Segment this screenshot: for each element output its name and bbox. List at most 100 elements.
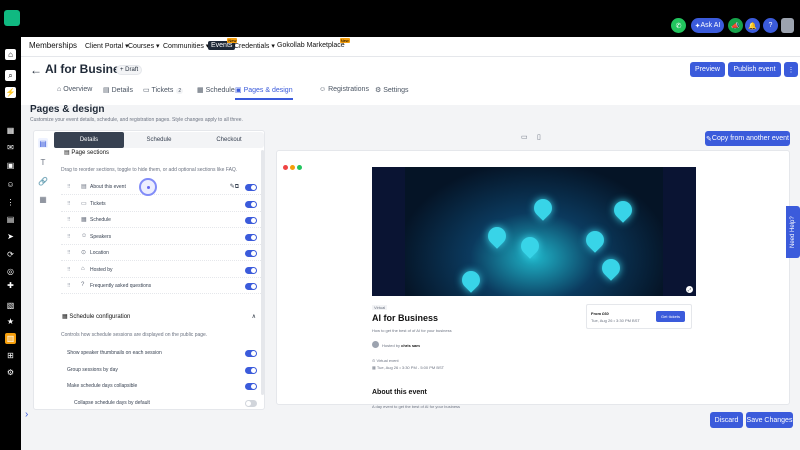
- nav-item-marketplace[interactable]: Gokollab Marketplace New: [274, 38, 350, 50]
- tab-pages-design[interactable]: ▣ Pages & design: [235, 86, 293, 100]
- document-icon[interactable]: ▤: [38, 138, 48, 148]
- tab-details[interactable]: ▤ Details: [103, 86, 133, 94]
- option-toggle[interactable]: [245, 366, 257, 374]
- mobile-icon[interactable]: ▯: [537, 133, 541, 141]
- section-row[interactable]: ⠿ ⊙ Location: [61, 246, 261, 261]
- edit-icon[interactable]: ✎⧉: [230, 183, 239, 191]
- desktop-icon[interactable]: ▭: [521, 133, 528, 141]
- host-icon: ⌂: [81, 265, 85, 272]
- search-icon[interactable]: ⌕: [5, 70, 16, 81]
- link-icon[interactable]: ⤢: [686, 286, 693, 293]
- section-row[interactable]: ⠿ ☺ Speakers: [61, 230, 261, 245]
- editor-scrollbar[interactable]: [261, 150, 264, 395]
- home-icon[interactable]: ⌂: [5, 49, 16, 60]
- section-toggle[interactable]: [245, 200, 257, 208]
- segment-details[interactable]: Details: [54, 132, 124, 148]
- discard-button[interactable]: Discard: [710, 412, 743, 428]
- drag-handle-icon[interactable]: ⠿: [67, 184, 71, 190]
- calendar-icon: ▦: [197, 87, 206, 94]
- section-toggle[interactable]: [245, 184, 257, 191]
- link-icon[interactable]: 🔗: [38, 176, 48, 186]
- more-options-button[interactable]: ⋮: [784, 62, 798, 77]
- page-sections-heading[interactable]: ▤ Page sections: [64, 149, 109, 156]
- preview-event-title: AI for Business: [372, 313, 439, 323]
- sites-icon[interactable]: ◎: [5, 266, 16, 277]
- contacts-icon[interactable]: ☺: [5, 179, 16, 190]
- automation-icon[interactable]: ⟳: [5, 249, 16, 260]
- bolt-icon[interactable]: ⚡: [5, 87, 16, 98]
- segment-schedule[interactable]: Schedule: [124, 134, 194, 146]
- tab-registrations[interactable]: ☺ Registrations: [319, 86, 369, 93]
- drag-handle-icon[interactable]: ⠿: [67, 267, 71, 273]
- ticket-box: From £60 Tue, Aug 26 • 3:30 PM BST Get t…: [586, 304, 692, 329]
- section-toggle[interactable]: [245, 250, 257, 257]
- marketing-icon[interactable]: ➤: [5, 231, 16, 242]
- section-toggle[interactable]: [245, 217, 257, 224]
- need-help-tab[interactable]: Need Help?: [786, 206, 800, 258]
- section-row[interactable]: ⠿ ▤ About this event ✎⧉: [61, 180, 261, 195]
- section-toggle[interactable]: [245, 233, 257, 241]
- schedule-option-row[interactable]: Show speaker thumbnails on each session: [61, 346, 261, 361]
- typography-icon[interactable]: T: [38, 157, 48, 167]
- section-toggle[interactable]: [245, 283, 257, 290]
- megaphone-icon: 📣: [731, 22, 740, 30]
- chat-icon[interactable]: ✉: [5, 142, 16, 153]
- expand-sidebar-icon[interactable]: ›: [25, 409, 28, 420]
- schedule-option-row[interactable]: Collapse schedule days by default: [61, 396, 261, 411]
- section-row[interactable]: ⠿ ▦ Schedule: [61, 213, 261, 228]
- user-avatar[interactable]: [781, 18, 794, 33]
- price-date: Tue, Aug 26 • 3:30 PM BST: [591, 318, 640, 323]
- settings-icon[interactable]: ⚙: [5, 367, 16, 378]
- option-toggle[interactable]: [245, 399, 257, 407]
- publish-event-button[interactable]: Publish event: [728, 62, 781, 77]
- drag-handle-icon[interactable]: ⠿: [67, 234, 71, 240]
- option-toggle[interactable]: [245, 383, 257, 390]
- help-button[interactable]: ?: [763, 18, 778, 33]
- nav-item-credentials[interactable]: Credentials ▾: [231, 41, 278, 51]
- drag-handle-icon[interactable]: ⠿: [67, 217, 71, 223]
- copy-from-event-button[interactable]: ✎ Copy from another event: [705, 131, 790, 146]
- reputation-icon[interactable]: ★: [5, 316, 16, 327]
- segment-checkout[interactable]: Checkout: [194, 134, 264, 146]
- question-icon: ?: [768, 22, 773, 29]
- memberships-icon[interactable]: ✚: [5, 280, 16, 291]
- notifications-button[interactable]: 🔔: [745, 18, 760, 33]
- drag-handle-icon[interactable]: ⠿: [67, 201, 71, 207]
- calendar-icon[interactable]: ▣: [5, 160, 16, 171]
- save-changes-button[interactable]: Save Changes: [746, 412, 793, 428]
- tab-overview[interactable]: ⌂ Overview: [57, 86, 92, 93]
- schedule-option-row[interactable]: Group sessions by day: [61, 363, 261, 378]
- page-subtitle: Customize your event details, schedule, …: [30, 117, 243, 123]
- tab-schedule[interactable]: ▦ Schedule: [197, 86, 235, 94]
- schedule-config-heading[interactable]: ▦ Schedule configuration: [62, 313, 130, 320]
- calendar-icon[interactable]: ▦: [38, 194, 48, 204]
- tab-settings[interactable]: ⚙ Settings: [375, 86, 409, 94]
- section-row[interactable]: ⠿ ⌂ Hosted by: [61, 263, 261, 278]
- opportunities-icon[interactable]: ⋮: [5, 197, 16, 208]
- nav-item-courses[interactable]: Courses ▾: [125, 41, 163, 51]
- section-row[interactable]: ⠿ ▭ Tickets: [61, 197, 261, 212]
- media-icon[interactable]: ▧: [5, 300, 16, 311]
- call-button[interactable]: ✆: [671, 18, 686, 33]
- schedule-option-row[interactable]: Make schedule days collapsible: [61, 379, 261, 394]
- get-tickets-button[interactable]: Get tickets: [656, 311, 685, 322]
- section-toggle[interactable]: [245, 266, 257, 274]
- preview-button[interactable]: Preview: [690, 62, 725, 77]
- section-label: Frequently asked questions: [90, 283, 152, 289]
- status-badge: + Draft: [116, 65, 143, 75]
- ask-ai-button[interactable]: ✦ Ask AI: [691, 18, 724, 33]
- drag-handle-icon[interactable]: ⠿: [67, 283, 71, 289]
- dashboard-icon[interactable]: ▦: [5, 125, 16, 136]
- megaphone-button[interactable]: 📣: [728, 18, 743, 33]
- section-row[interactable]: ⠿? Frequently asked questions: [61, 279, 261, 294]
- back-arrow-icon[interactable]: ←: [30, 63, 42, 77]
- nav-item-communities[interactable]: Communities ▾: [160, 41, 212, 51]
- editor-segments: Details Schedule Checkout: [54, 132, 264, 148]
- reporting-icon[interactable]: ▥: [5, 333, 16, 344]
- option-toggle[interactable]: [245, 350, 257, 357]
- apps-icon[interactable]: ⊞: [5, 350, 16, 361]
- collapse-chevron-icon[interactable]: ∧: [252, 313, 256, 320]
- payments-icon[interactable]: ▤: [5, 214, 16, 225]
- tab-tickets[interactable]: ▭ Tickets 2: [143, 86, 184, 94]
- drag-handle-icon[interactable]: ⠿: [67, 250, 71, 256]
